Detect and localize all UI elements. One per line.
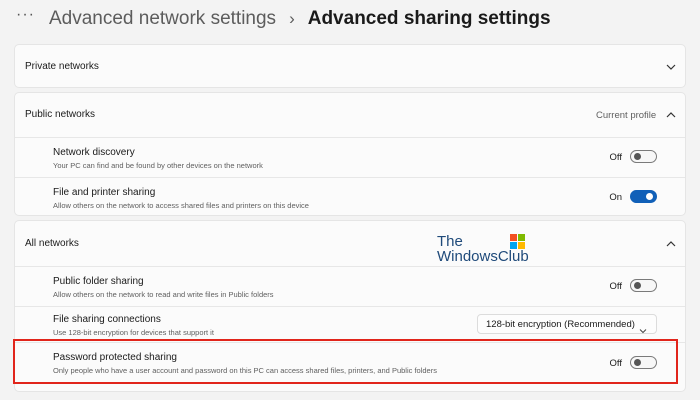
network-discovery-toggle[interactable] xyxy=(630,150,657,163)
toggle-state-label: Off xyxy=(609,152,623,163)
more-options-icon[interactable]: ··· xyxy=(16,6,35,24)
encryption-select-value: 128-bit encryption (Recommended) xyxy=(486,319,635,330)
toggle-knob xyxy=(634,282,641,289)
setting-title: Network discovery xyxy=(53,147,135,158)
breadcrumb-parent-link[interactable]: Advanced network settings xyxy=(49,8,276,30)
file-printer-sharing-toggle[interactable] xyxy=(630,190,657,203)
highlight-box xyxy=(13,339,678,384)
breadcrumb: ··· Advanced network settings › Advanced… xyxy=(16,6,551,32)
setting-file-printer-sharing: File and printer sharing Allow others on… xyxy=(15,178,685,217)
public-folder-sharing-toggle[interactable] xyxy=(630,279,657,292)
all-networks-header[interactable]: All networks xyxy=(15,221,685,266)
windows-logo-icon xyxy=(510,234,525,249)
current-profile-label: Current profile xyxy=(596,110,657,121)
section-title-private-networks: Private networks xyxy=(25,61,99,72)
public-networks-header[interactable]: Public networks Current profile xyxy=(15,93,685,137)
section-title-public-networks: Public networks xyxy=(25,109,96,120)
page-title: Advanced sharing settings xyxy=(307,8,551,29)
watermark-line2: WindowsClub xyxy=(437,248,529,265)
setting-description: Allow others on the network to read and … xyxy=(53,290,274,299)
setting-file-sharing-connections: File sharing connections Use 128-bit enc… xyxy=(15,307,685,341)
breadcrumb-separator-icon: › xyxy=(289,9,295,28)
setting-description: Allow others on the network to access sh… xyxy=(53,201,309,210)
toggle-knob xyxy=(634,153,641,160)
toggle-state-label: On xyxy=(609,192,622,203)
toggle-knob xyxy=(646,193,653,200)
private-networks-section[interactable]: Private networks xyxy=(14,44,686,88)
setting-title: Public folder sharing xyxy=(53,276,144,287)
setting-title: File and printer sharing xyxy=(53,187,156,198)
chevron-up-icon[interactable] xyxy=(665,110,677,120)
toggle-state-label: Off xyxy=(609,281,623,292)
setting-description: Your PC can find and be found by other d… xyxy=(53,161,263,170)
setting-network-discovery: Network discovery Your PC can find and b… xyxy=(15,138,685,177)
section-title-all-networks: All networks xyxy=(25,238,79,249)
setting-description: Use 128-bit encryption for devices that … xyxy=(53,328,214,337)
setting-public-folder-sharing: Public folder sharing Allow others on th… xyxy=(15,267,685,306)
encryption-select[interactable]: 128-bit encryption (Recommended) xyxy=(477,314,657,334)
chevron-down-icon[interactable] xyxy=(665,62,677,72)
setting-title: File sharing connections xyxy=(53,314,161,325)
chevron-up-icon[interactable] xyxy=(665,239,677,249)
public-networks-section: Public networks Current profile Network … xyxy=(14,92,686,216)
chevron-down-icon xyxy=(639,321,647,334)
